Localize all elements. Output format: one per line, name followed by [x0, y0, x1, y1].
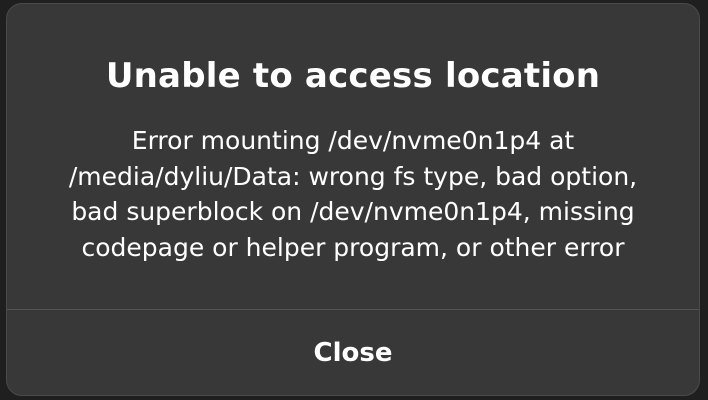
dialog-message: Error mounting /dev/nvme0n1p4 at /media/… [68, 126, 638, 262]
dialog-title: Unable to access location [105, 56, 601, 96]
error-dialog: Unable to access location Error mounting… [6, 3, 700, 396]
close-button[interactable]: Close [7, 310, 699, 395]
